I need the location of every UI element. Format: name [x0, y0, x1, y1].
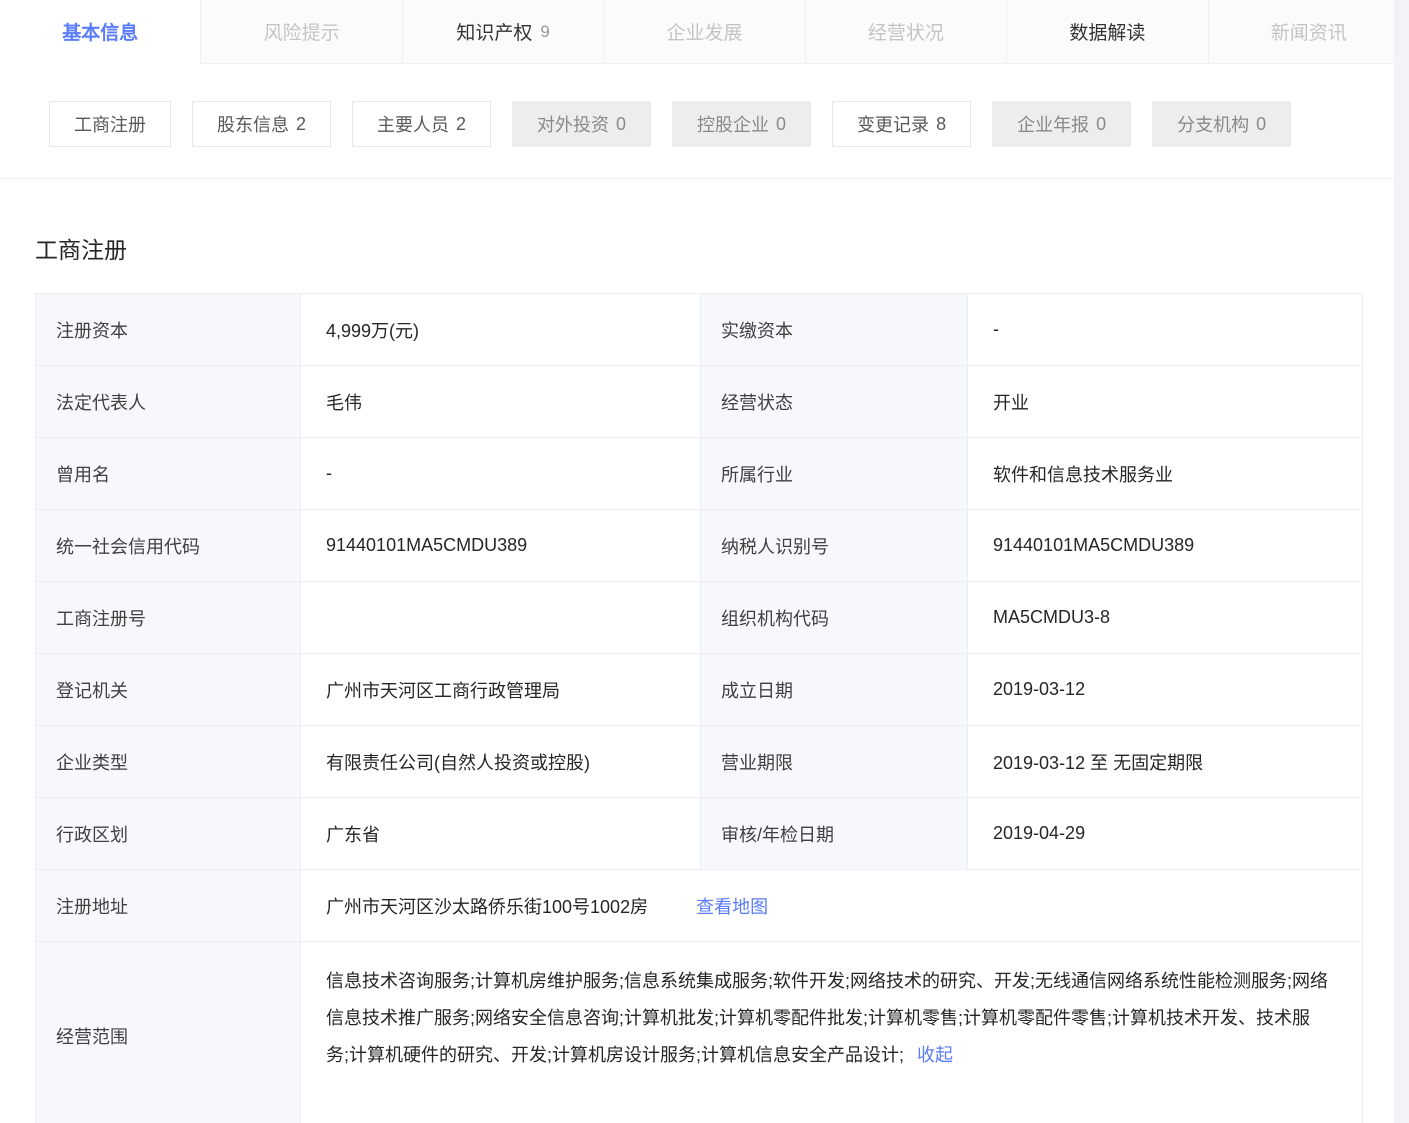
field-label: 企业类型 [36, 726, 301, 797]
tab-data-insight[interactable]: 数据解读 [1007, 0, 1208, 63]
tab-label: 风险提示 [264, 18, 340, 45]
field-label: 工商注册号 [36, 582, 301, 653]
tab-label: 知识产权 [456, 18, 532, 45]
field-value: MA5CMDU3-8 [968, 582, 1362, 653]
tab-label: 基本信息 [62, 18, 138, 45]
field-label: 所属行业 [701, 438, 968, 509]
scrollbar-track[interactable] [1394, 0, 1409, 1123]
field-value: 开业 [968, 366, 1362, 437]
field-value: 广东省 [301, 798, 701, 869]
business-registration-table: 注册资本 4,999万(元) 实缴资本 - 法定代表人 毛伟 经营状态 开业 曾… [35, 293, 1363, 1123]
top-tabbar: 基本信息 风险提示 知识产权 9 企业发展 经营状况 数据解读 新闻资讯 [0, 0, 1409, 64]
field-value: 毛伟 [301, 366, 701, 437]
field-label: 注册资本 [36, 294, 301, 365]
table-row-business-scope: 经营范围 信息技术咨询服务;计算机房维护服务;信息系统集成服务;软件开发;网络技… [36, 942, 1362, 1123]
tab-label: 新闻资讯 [1271, 18, 1347, 45]
pill-change-records[interactable]: 变更记录 8 [832, 101, 971, 147]
field-label: 法定代表人 [36, 366, 301, 437]
pill-holding-companies: 控股企业 0 [672, 101, 811, 147]
field-label: 经营状态 [701, 366, 968, 437]
pill-shareholders[interactable]: 股东信息 2 [192, 101, 331, 147]
field-value: 2019-03-12 [968, 654, 1362, 725]
anchor-subnav: 工商注册 股东信息 2 主要人员 2 对外投资 0 控股企业 0 变更记录 8 … [0, 64, 1409, 179]
field-label: 统一社会信用代码 [36, 510, 301, 581]
field-value: 2019-04-29 [968, 798, 1362, 869]
field-value: 软件和信息技术服务业 [968, 438, 1362, 509]
field-value: - [968, 294, 1362, 365]
table-row: 统一社会信用代码 91440101MA5CMDU389 纳税人识别号 91440… [36, 510, 1362, 582]
table-row: 工商注册号 组织机构代码 MA5CMDU3-8 [36, 582, 1362, 654]
tab-basic-info[interactable]: 基本信息 [0, 0, 201, 64]
tab-company-development[interactable]: 企业发展 [604, 0, 805, 63]
table-row: 曾用名 - 所属行业 软件和信息技术服务业 [36, 438, 1362, 510]
field-label: 组织机构代码 [701, 582, 968, 653]
table-row: 登记机关 广州市天河区工商行政管理局 成立日期 2019-03-12 [36, 654, 1362, 726]
field-value: 91440101MA5CMDU389 [968, 510, 1362, 581]
field-value: 广州市天河区工商行政管理局 [301, 654, 701, 725]
business-scope-text: 信息技术咨询服务;计算机房维护服务;信息系统集成服务;软件开发;网络技术的研究、… [326, 971, 1328, 1065]
pill-annual-reports: 企业年报 0 [992, 101, 1131, 147]
field-label: 登记机关 [36, 654, 301, 725]
field-label: 审核/年检日期 [701, 798, 968, 869]
registered-address: 广州市天河区沙太路侨乐街100号1002房 [326, 893, 648, 919]
tab-intellectual-property[interactable]: 知识产权 9 [403, 0, 604, 63]
field-value: 4,999万(元) [301, 294, 701, 365]
tab-label: 经营状况 [868, 18, 944, 45]
field-label: 实缴资本 [701, 294, 968, 365]
field-label: 纳税人识别号 [701, 510, 968, 581]
tab-news[interactable]: 新闻资讯 [1209, 0, 1409, 63]
field-label: 经营范围 [36, 942, 301, 1123]
field-label: 营业期限 [701, 726, 968, 797]
table-row: 企业类型 有限责任公司(自然人投资或控股) 营业期限 2019-03-12 至 … [36, 726, 1362, 798]
field-value [301, 582, 701, 653]
field-value: 有限责任公司(自然人投资或控股) [301, 726, 701, 797]
field-value: - [301, 438, 701, 509]
tab-label: 数据解读 [1069, 18, 1145, 45]
table-row-address: 注册地址 广州市天河区沙太路侨乐街100号1002房 查看地图 [36, 870, 1362, 942]
field-label: 注册地址 [36, 870, 301, 941]
table-row: 行政区划 广东省 审核/年检日期 2019-04-29 [36, 798, 1362, 870]
pill-branches: 分支机构 0 [1152, 101, 1291, 147]
tab-risk[interactable]: 风险提示 [201, 0, 402, 63]
pill-business-registration[interactable]: 工商注册 [49, 101, 171, 147]
field-label: 成立日期 [701, 654, 968, 725]
tab-operating-status[interactable]: 经营状况 [806, 0, 1007, 63]
table-row: 注册资本 4,999万(元) 实缴资本 - [36, 294, 1362, 366]
section-title: 工商注册 [35, 231, 1409, 265]
tab-label: 企业发展 [666, 18, 742, 45]
field-value: 91440101MA5CMDU389 [301, 510, 701, 581]
pill-outbound-investment: 对外投资 0 [512, 101, 651, 147]
view-map-link[interactable]: 查看地图 [696, 893, 768, 919]
field-value: 2019-03-12 至 无固定期限 [968, 726, 1362, 797]
table-row: 法定代表人 毛伟 经营状态 开业 [36, 366, 1362, 438]
pill-key-personnel[interactable]: 主要人员 2 [352, 101, 491, 147]
tab-count: 9 [540, 22, 549, 42]
field-label: 行政区划 [36, 798, 301, 869]
field-label: 曾用名 [36, 438, 301, 509]
collapse-link[interactable]: 收起 [917, 1045, 953, 1065]
